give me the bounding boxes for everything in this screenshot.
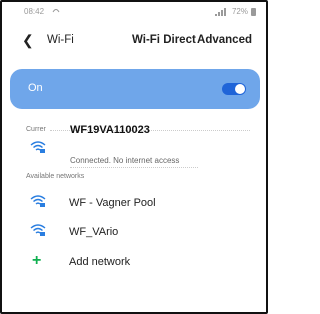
wifi-toggle-bar[interactable]: On — [10, 69, 260, 109]
toolbar: ❮ Wi-Fi Wi-Fi Direct Advanced — [2, 30, 266, 52]
advanced-button[interactable]: Advanced — [197, 34, 252, 46]
current-network-status: Connected. No internet access — [70, 156, 180, 165]
add-network-row[interactable]: + Add network — [2, 249, 266, 273]
wifi-lock-icon — [30, 141, 46, 153]
wifi-toggle-switch[interactable] — [222, 83, 246, 95]
page-title: Wi-Fi — [47, 34, 74, 46]
network-row[interactable]: WF - Vagner Pool — [2, 190, 266, 214]
wifi-direct-button[interactable]: Wi-Fi Direct — [132, 34, 196, 46]
toggle-knob — [235, 84, 245, 94]
add-network-label: Add network — [69, 256, 131, 268]
current-network-label: Currer — [26, 126, 46, 133]
network-row[interactable]: WF_VArio — [2, 219, 266, 243]
current-network-name: WF19VA110023 — [70, 124, 150, 136]
battery-icon — [251, 7, 256, 16]
status-divider — [70, 167, 198, 168]
available-networks-label: Available networks — [26, 173, 85, 180]
wifi-lock-icon — [30, 224, 46, 236]
signal-icon — [52, 6, 60, 16]
toggle-label: On — [28, 82, 43, 94]
status-bar: 08:42 72% — [2, 2, 266, 22]
wifi-settings-screen: 08:42 72% ❮ Wi-Fi Wi-Fi Direct Advanced … — [0, 0, 268, 314]
battery-percent: 72% — [231, 7, 248, 16]
network-name: WF_VArio — [69, 226, 119, 238]
status-right-group: 72% — [214, 7, 256, 16]
plus-icon: + — [32, 252, 42, 269]
status-time: 08:42 — [24, 7, 45, 16]
wifi-lock-icon — [30, 195, 46, 207]
network-name: WF - Vagner Pool — [69, 197, 156, 209]
cellular-icon — [214, 7, 226, 16]
back-arrow-icon[interactable]: ❮ — [22, 32, 34, 49]
